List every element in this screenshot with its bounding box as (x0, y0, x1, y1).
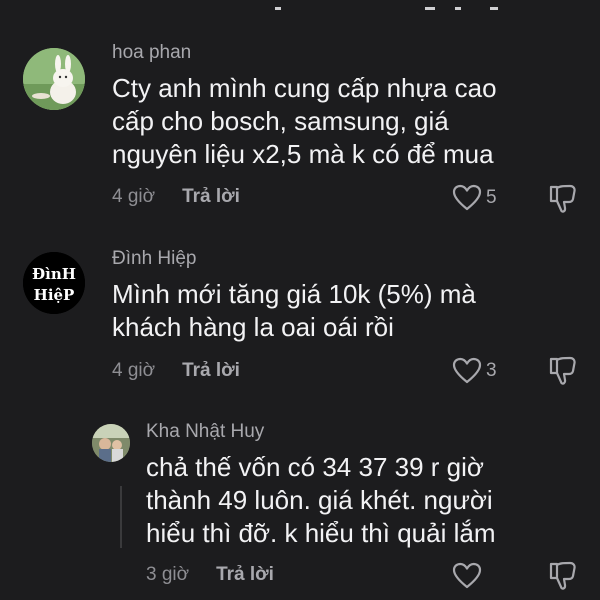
previous-content-edge (0, 0, 600, 10)
comment-text: Mình mới tăng giá 10k (5%) mà khách hàng… (112, 279, 476, 342)
comment-time: 4 giờ (112, 186, 156, 207)
reply-button[interactable]: Trả lời (182, 186, 240, 208)
thumbs-down-icon (549, 184, 576, 213)
comment-username[interactable]: Đình Hiệp (112, 248, 197, 270)
photo-avatar-icon (92, 424, 130, 462)
comment-time: 3 giờ (146, 564, 190, 585)
dislike-button[interactable] (548, 183, 578, 220)
thumbs-down-icon (549, 561, 576, 590)
avatar[interactable]: ĐìnH HiệP (23, 252, 85, 314)
comment-meta: 3 giờ Trả lời (146, 564, 274, 586)
like-count: 5 (486, 187, 497, 208)
comment-username[interactable]: hoa phan (112, 42, 191, 64)
comment-time: 4 giờ (112, 360, 156, 381)
bunny-avatar-icon (23, 48, 85, 110)
like-button[interactable]: 5 (452, 184, 497, 212)
dislike-button[interactable] (548, 560, 578, 597)
avatar[interactable] (92, 424, 130, 462)
comment-username[interactable]: Kha Nhật Huy (146, 421, 264, 443)
reply-button[interactable]: Trả lời (216, 564, 274, 586)
text-logo-avatar-icon: ĐìnH HiệP (23, 252, 85, 314)
avatar[interactable] (23, 48, 85, 110)
heart-icon (452, 357, 482, 384)
heart-icon (452, 184, 482, 211)
like-button[interactable]: 3 (452, 357, 497, 385)
comment-text: chả thế vốn có 34 37 39 r giờ thành 49 l… (146, 452, 496, 548)
comment-meta: 4 giờ Trả lời (112, 360, 240, 382)
like-count: 3 (486, 360, 497, 381)
reply-thread-line (120, 486, 122, 548)
heart-icon (452, 562, 482, 589)
like-button[interactable] (452, 562, 482, 590)
svg-text:HiệP: HiệP (34, 286, 75, 304)
comment-meta: 4 giờ Trả lời (112, 186, 240, 208)
thumbs-down-icon (549, 356, 576, 385)
comment-text: Cty anh mình cung cấp nhựa cao cấp cho b… (112, 73, 497, 169)
dislike-button[interactable] (548, 355, 578, 392)
svg-text:ĐìnH: ĐìnH (32, 265, 76, 283)
reply-button[interactable]: Trả lời (182, 360, 240, 382)
